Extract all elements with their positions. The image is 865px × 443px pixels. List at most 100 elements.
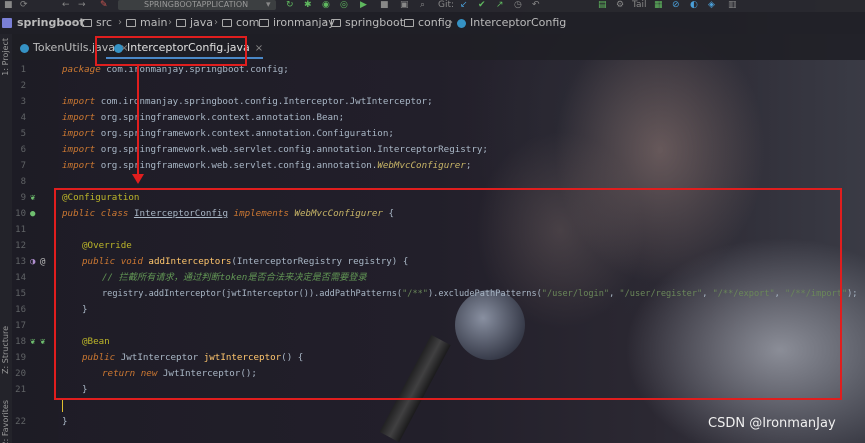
annotation-box-code (54, 188, 842, 400)
line-number: 20 (15, 369, 26, 379)
plugin-icon[interactable]: ▦ (654, 0, 663, 10)
breadcrumb-separator-icon: › (214, 17, 218, 28)
breadcrumb: springboot › src › main › java › com › i… (0, 12, 865, 34)
watermark: CSDN @IronmanJay (708, 416, 836, 431)
folder-icon (176, 19, 186, 27)
line-number: 3 (20, 97, 26, 107)
annotation-arrow-line (137, 66, 139, 176)
line-number: 1 (20, 65, 26, 75)
forward-arrow-icon[interactable]: → (78, 0, 86, 10)
text-caret (62, 400, 63, 412)
breadcrumb-separator-icon: › (72, 17, 76, 28)
line-number: 22 (15, 417, 26, 427)
close-icon[interactable]: × (255, 43, 263, 54)
git-history-icon[interactable]: ◷ (514, 0, 522, 10)
profile-icon[interactable]: ◎ (340, 0, 348, 10)
bean-method-icon[interactable]: ❦ (30, 334, 35, 350)
folder-icon (82, 19, 92, 27)
code-line-22[interactable]: } (62, 414, 68, 430)
class-icon (20, 43, 29, 53)
line-number: 10 (15, 209, 26, 219)
override-method-icon[interactable]: ◑ (30, 254, 35, 270)
breadcrumb-separator-icon: › (396, 17, 400, 28)
rerun-icon[interactable]: ↻ (286, 0, 294, 10)
annotation-box-tab (95, 36, 247, 66)
line-number: 11 (15, 225, 26, 235)
breadcrumb-item-springboot[interactable]: springboot (331, 16, 404, 30)
code-line-6[interactable]: import org.springframework.web.servlet.c… (62, 142, 488, 158)
breadcrumb-item-interceptorconfig[interactable]: InterceptorConfig (457, 16, 566, 30)
breadcrumb-item-java[interactable]: java (176, 16, 213, 30)
project-icon (2, 18, 12, 28)
stop-icon[interactable]: ■ (380, 0, 389, 10)
git-rollback-icon[interactable]: ↶ (532, 0, 540, 10)
project-tool-tab[interactable]: 1: Project (1, 38, 10, 76)
line-number: 16 (15, 305, 26, 315)
breadcrumb-separator-icon: › (449, 17, 453, 28)
run-configuration-select[interactable]: SPRINGBOOTAPPLICATION (118, 0, 276, 10)
git-push-icon[interactable]: ↗ (496, 0, 504, 10)
breadcrumb-item-main[interactable]: main (126, 16, 167, 30)
breadcrumb-separator-icon: › (168, 17, 172, 28)
sync-icon[interactable]: ⟳ (20, 0, 28, 10)
line-number: 2 (20, 81, 26, 91)
breadcrumb-separator-icon: › (323, 17, 327, 28)
terminal-icon[interactable]: ▤ (598, 0, 607, 10)
line-number: 13 (15, 257, 26, 267)
folder-icon (259, 19, 269, 27)
chevron-down-icon[interactable]: ▾ (266, 0, 271, 10)
code-line-3[interactable]: import com.ironmanjay.springboot.config.… (62, 94, 433, 110)
spring-config-icon[interactable]: ● (30, 206, 35, 222)
line-number: 12 (15, 241, 26, 251)
line-number: 17 (15, 321, 26, 331)
git-commit-icon[interactable]: ✔ (478, 0, 486, 10)
favorites-tool-tab[interactable]: 2: Favorites (1, 400, 10, 443)
navigation-toolbar: ■ ⟳ ← → ✎ SPRINGBOOTAPPLICATION ▾ ↻ ✱ ◉ … (0, 0, 865, 12)
coverage-icon[interactable]: ◉ (322, 0, 330, 10)
left-tool-strip: 1: Project Z: Structure 2: Favorites (0, 34, 12, 443)
tail-label[interactable]: Tail (632, 0, 647, 10)
line-number: 18 (15, 337, 26, 347)
line-number: 8 (20, 177, 26, 187)
line-number: 15 (15, 289, 26, 299)
breadcrumb-separator-icon: › (118, 17, 122, 28)
folder-icon (126, 19, 136, 27)
structure-tool-tab[interactable]: Z: Structure (1, 326, 10, 374)
folder-icon (331, 19, 341, 27)
settings-icon[interactable]: ⚙ (616, 0, 624, 10)
code-line-5[interactable]: import org.springframework.context.annot… (62, 126, 394, 142)
line-number: 9 (20, 193, 26, 203)
code-line-7[interactable]: import org.springframework.web.servlet.c… (62, 158, 471, 174)
spring-bean-icon[interactable]: ❦ (30, 190, 35, 206)
bean-navigate-icon[interactable]: ❦ (40, 334, 45, 350)
class-icon (457, 18, 466, 28)
code-line-4[interactable]: import org.springframework.context.annot… (62, 110, 344, 126)
breadcrumb-separator-icon: › (252, 17, 256, 28)
tool-icon-2[interactable]: ◐ (690, 0, 698, 10)
line-number: 4 (20, 113, 26, 123)
build-hammer-icon[interactable]: ✎ (100, 0, 108, 10)
search-everywhere-icon[interactable]: ⌕ (420, 0, 425, 10)
layout-icon[interactable]: ▣ (400, 0, 409, 10)
line-number: 14 (15, 273, 26, 283)
line-number: 21 (15, 385, 26, 395)
line-number: 7 (20, 161, 26, 171)
annotation-arrow-head-icon (132, 174, 144, 184)
git-update-icon[interactable]: ↙ (460, 0, 468, 10)
back-arrow-icon[interactable]: ← (62, 0, 70, 10)
at-annotation-icon[interactable]: @ (40, 254, 45, 270)
debug-icon[interactable]: ✱ (304, 0, 312, 10)
run-icon[interactable]: ▶ (360, 0, 367, 10)
folder-icon (222, 19, 232, 27)
git-label: Git: (438, 0, 455, 10)
save-icon[interactable]: ■ (4, 0, 13, 10)
breadcrumb-item-src[interactable]: src (82, 16, 112, 30)
breadcrumb-item-config[interactable]: config (404, 16, 452, 30)
line-number: 6 (20, 145, 26, 155)
tool-icon-1[interactable]: ⊘ (672, 0, 680, 10)
folder-icon (404, 19, 414, 27)
line-number: 19 (15, 353, 26, 363)
line-number: 5 (20, 129, 26, 139)
tool-icon-3[interactable]: ◈ (708, 0, 715, 10)
tool-icon-4[interactable]: ▥ (728, 0, 737, 10)
